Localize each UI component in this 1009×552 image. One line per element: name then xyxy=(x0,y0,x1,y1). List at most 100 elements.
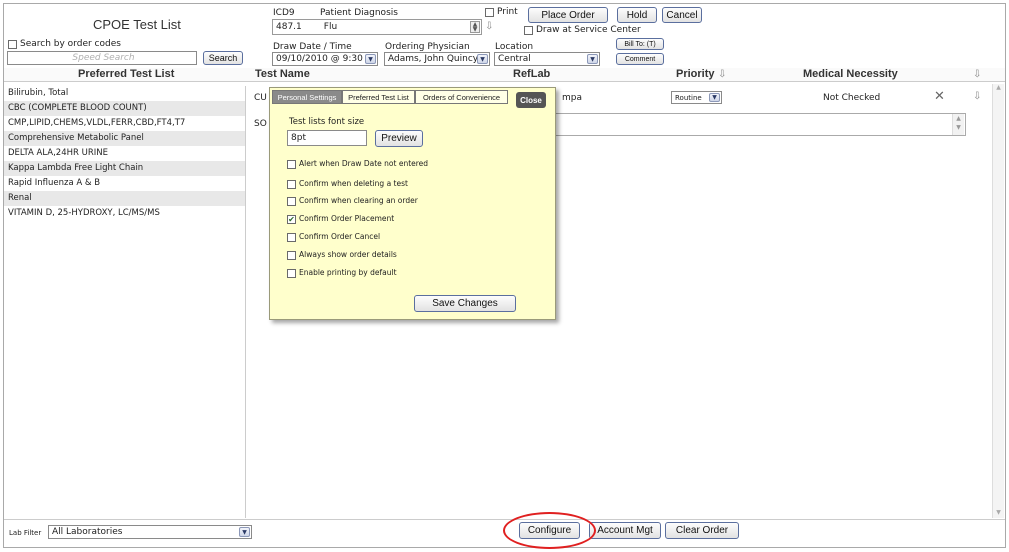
print-checkbox[interactable] xyxy=(485,8,494,17)
row1-reflab: mpa xyxy=(562,93,582,103)
tab-preferred-test-list[interactable]: Preferred Test List xyxy=(342,90,415,104)
row1-priority-select[interactable]: Routine ▼ xyxy=(671,91,722,104)
option-label: Confirm Order Placement xyxy=(299,214,395,223)
list-item[interactable]: VITAMIN D, 25-HYDROXY, LC/MS/MS xyxy=(4,206,245,221)
option-label: Alert when Draw Date not entered xyxy=(299,159,429,168)
option-label: Confirm when deleting a test xyxy=(299,179,408,188)
list-item[interactable]: CMP,LIPID,CHEMS,VLDL,FERR,CBD,FT4,T7 xyxy=(4,116,245,131)
ordering-physician-value: Adams, John Quincy xyxy=(388,54,479,64)
preview-button[interactable]: Preview xyxy=(375,130,423,147)
option-checkbox[interactable] xyxy=(287,250,296,260)
comment-button[interactable]: Comment xyxy=(616,53,664,65)
chevron-down-icon: ▼ xyxy=(365,54,376,64)
highlight-circle-annotation xyxy=(503,512,596,549)
scroll-up-icon[interactable]: ▲ xyxy=(993,84,1004,91)
list-item[interactable]: Kappa Lambda Free Light Chain xyxy=(4,161,245,176)
draw-at-service-center-checkbox[interactable] xyxy=(524,26,533,35)
list-item[interactable]: Comprehensive Metabolic Panel xyxy=(4,131,245,146)
grid-scrollbar[interactable]: ▲ ▼ xyxy=(992,84,1004,518)
diagnosis-value: Flu xyxy=(323,22,338,32)
font-size-input[interactable]: 8pt xyxy=(287,130,367,146)
option-checkbox[interactable] xyxy=(287,268,296,278)
diagnosis-field[interactable]: 487.1 Flu xyxy=(272,19,482,35)
font-size-label: Test lists font size xyxy=(289,117,365,127)
list-item[interactable]: CBC (COMPLETE BLOOD COUNT) xyxy=(4,101,245,116)
search-by-codes-label: Search by order codes xyxy=(20,39,121,49)
diagnosis-spinner-icon[interactable]: ▲ ▼ xyxy=(470,21,480,33)
chevron-down-icon: ▼ xyxy=(239,527,250,537)
tab-orders-of-convenience[interactable]: Orders of Convenience xyxy=(415,90,508,104)
delete-test-icon[interactable]: ✕ xyxy=(934,89,945,104)
tab-personal-settings[interactable]: Personal Settings xyxy=(272,90,342,104)
patient-diagnosis-label: Patient Diagnosis xyxy=(320,8,398,18)
row2-test-name: SO xyxy=(254,119,267,129)
chevron-down-icon: ▼ xyxy=(587,54,598,64)
option-label: Confirm when clearing an order xyxy=(299,196,418,205)
diagnosis-sort-arrow-icon[interactable]: ⇩ xyxy=(485,21,493,32)
option-always-show-details[interactable]: Always show order details xyxy=(287,250,397,260)
print-label: Print xyxy=(497,7,518,17)
checked-checkbox-icon[interactable]: ✔ xyxy=(287,214,296,224)
draw-date-select[interactable]: 09/10/2010 @ 9:30 ▼ xyxy=(272,52,378,66)
icd9-label: ICD9 xyxy=(273,8,295,18)
row1-test-name: CU xyxy=(254,93,267,103)
sort-arrow-icon[interactable]: ⇩ xyxy=(973,69,981,80)
option-checkbox[interactable] xyxy=(287,159,296,169)
option-confirm-placement[interactable]: ✔ Confirm Order Placement xyxy=(287,214,394,224)
place-order-button[interactable]: Place Order xyxy=(528,7,608,23)
list-item[interactable]: Bilirubin, Total xyxy=(4,86,245,101)
list-item[interactable]: DELTA ALA,24HR URINE xyxy=(4,146,245,161)
page-title: CPOE Test List xyxy=(93,17,181,32)
row2-comment-scroll[interactable]: ▲ ▼ xyxy=(952,114,964,135)
draw-at-service-center-label: Draw at Service Center xyxy=(536,25,641,35)
option-alert-draw-date[interactable]: Alert when Draw Date not entered xyxy=(287,159,428,169)
option-confirm-delete[interactable]: Confirm when deleting a test xyxy=(287,179,408,189)
popup-close-button[interactable]: Close xyxy=(516,92,546,108)
draw-date-value: 09/10/2010 @ 9:30 xyxy=(276,54,363,64)
option-enable-printing[interactable]: Enable printing by default xyxy=(287,268,397,278)
option-confirm-cancel[interactable]: Confirm Order Cancel xyxy=(287,232,380,242)
draw-date-label: Draw Date / Time xyxy=(273,42,352,52)
personal-settings-popup: Personal Settings Preferred Test List Or… xyxy=(269,87,556,320)
row2-comment-box[interactable] xyxy=(553,113,966,136)
search-by-codes-checkbox[interactable] xyxy=(8,40,17,49)
priority-sort-arrow-icon[interactable]: ⇩ xyxy=(718,69,726,80)
row1-expand-arrow-icon[interactable]: ⇩ xyxy=(973,91,981,102)
search-button[interactable]: Search xyxy=(203,51,243,65)
save-changes-button[interactable]: Save Changes xyxy=(414,295,516,312)
option-label: Confirm Order Cancel xyxy=(299,232,381,241)
preferred-list-header: Preferred Test List xyxy=(78,68,175,80)
row1-priority-value: Routine xyxy=(675,93,702,102)
col-reflab: RefLab xyxy=(513,68,551,80)
row1-medical-necessity: Not Checked xyxy=(823,93,881,103)
bill-to-button[interactable]: Bill To: (T) xyxy=(616,38,664,50)
col-priority[interactable]: Priority xyxy=(676,68,715,80)
list-item[interactable]: Renal xyxy=(4,191,245,206)
clear-order-button[interactable]: Clear Order xyxy=(665,522,739,539)
option-checkbox[interactable] xyxy=(287,196,296,206)
option-confirm-clear[interactable]: Confirm when clearing an order xyxy=(287,196,418,206)
option-label: Enable printing by default xyxy=(299,268,397,277)
lab-filter-label: Lab Filter xyxy=(9,529,42,537)
location-select[interactable]: Central ▼ xyxy=(494,52,600,66)
account-mgt-button[interactable]: Account Mgt xyxy=(589,522,661,539)
footer-divider xyxy=(4,519,1005,520)
location-label: Location xyxy=(495,42,534,52)
scroll-down-icon[interactable]: ▼ xyxy=(993,509,1004,516)
lab-filter-select[interactable]: All Laboratories ▼ xyxy=(48,525,252,539)
location-value: Central xyxy=(498,54,531,64)
col-test-name: Test Name xyxy=(255,68,310,80)
option-checkbox[interactable] xyxy=(287,232,296,242)
chevron-down-icon: ▼ xyxy=(709,93,720,102)
hold-button[interactable]: Hold xyxy=(617,7,657,23)
ordering-physician-select[interactable]: Adams, John Quincy ▼ xyxy=(384,52,490,66)
chevron-down-icon: ▼ xyxy=(477,54,488,64)
speed-search-input[interactable]: Speed Search xyxy=(7,51,197,65)
list-item[interactable]: Rapid Influenza A & B xyxy=(4,176,245,191)
ordering-physician-label: Ordering Physician xyxy=(385,42,470,52)
cancel-button[interactable]: Cancel xyxy=(662,7,702,23)
preferred-test-list: Bilirubin, Total CBC (COMPLETE BLOOD COU… xyxy=(4,86,246,518)
col-medical-necessity: Medical Necessity xyxy=(803,68,898,80)
lab-filter-value: All Laboratories xyxy=(52,527,123,537)
option-checkbox[interactable] xyxy=(287,179,296,189)
